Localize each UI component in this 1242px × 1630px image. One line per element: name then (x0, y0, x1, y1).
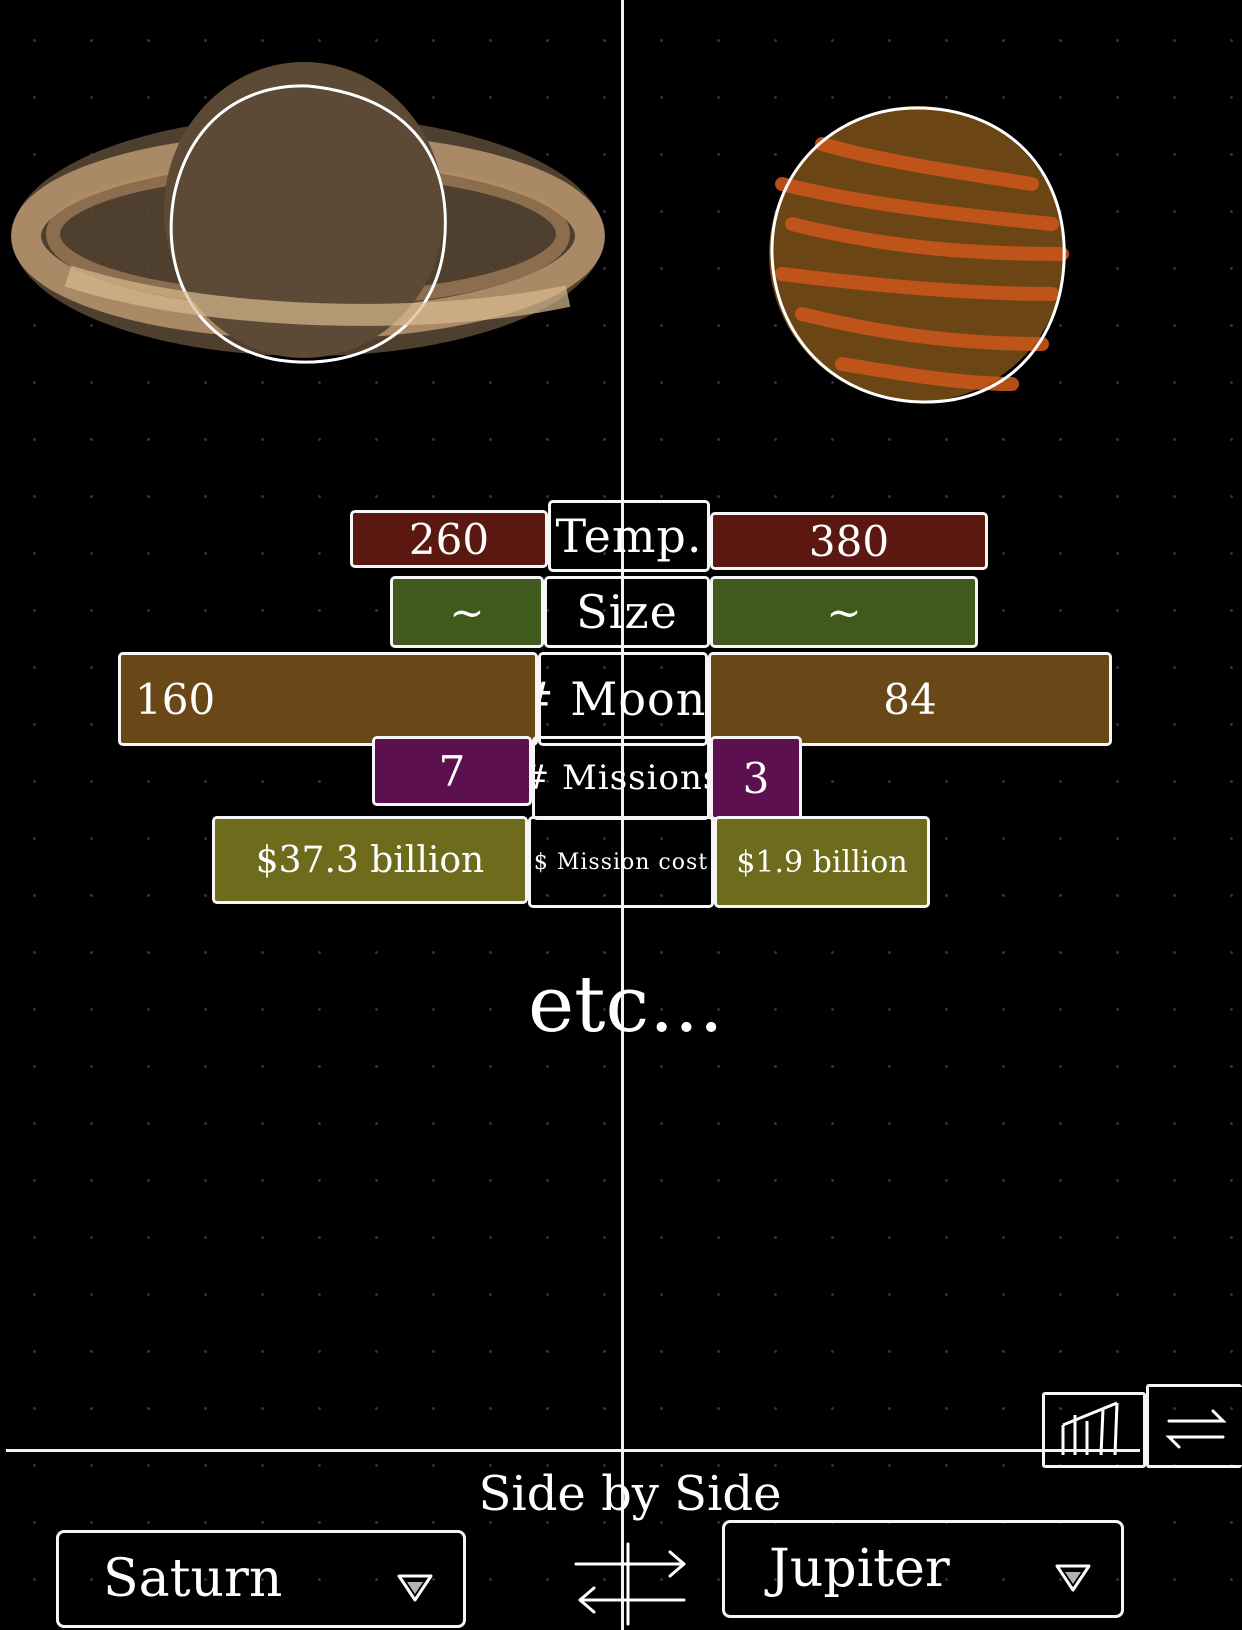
row-mission-cost: $37.3 billion $ Mission cost $1.9 billio… (0, 816, 1242, 908)
jupiter-moons-value: 84 (708, 652, 1112, 746)
temp-label: Temp. (548, 500, 710, 572)
swap-arrows-icon[interactable] (566, 1536, 696, 1626)
chevron-down-icon[interactable] (395, 1559, 435, 1602)
mode-title: Side by Side (478, 1466, 782, 1522)
swap-view-icon[interactable] (1146, 1384, 1242, 1468)
row-missions: 7 # Missions 3 (0, 736, 1242, 820)
saturn-mission-cost-value: $37.3 billion (212, 816, 528, 904)
left-planet-select-value: Saturn (103, 1549, 283, 1609)
jupiter-temp-value: 380 (710, 512, 988, 570)
moons-label: # Moons (538, 652, 708, 746)
saturn-icon (8, 56, 608, 386)
right-planet-select[interactable]: Jupiter (722, 1520, 1124, 1618)
right-planet-select-value: Jupiter (769, 1539, 950, 1599)
jupiter-size-value: ~ (710, 576, 978, 648)
size-label: Size (544, 576, 710, 648)
chevron-down-icon[interactable] (1053, 1549, 1093, 1592)
footer-divider (6, 1449, 1140, 1452)
saturn-moons-value: 160 (118, 652, 538, 746)
mission-cost-label: $ Mission cost (528, 816, 714, 908)
missions-label: # Missions (532, 736, 710, 820)
jupiter-missions-value: 3 (710, 736, 802, 820)
row-moons: 160 # Moons 84 (0, 652, 1242, 746)
row-size: ~ Size ~ (0, 576, 1242, 648)
saturn-temp-value: 260 (350, 510, 548, 568)
more-rows-indicator: etc... (528, 960, 724, 1050)
jupiter-icon (752, 94, 1082, 424)
row-temp: 260 Temp. 380 (0, 500, 1242, 572)
chart-icon[interactable] (1042, 1392, 1146, 1468)
jupiter-mission-cost-value: $1.9 billion (714, 816, 930, 908)
saturn-missions-value: 7 (372, 736, 532, 806)
saturn-size-value: ~ (390, 576, 544, 648)
left-planet-select[interactable]: Saturn (56, 1530, 466, 1628)
